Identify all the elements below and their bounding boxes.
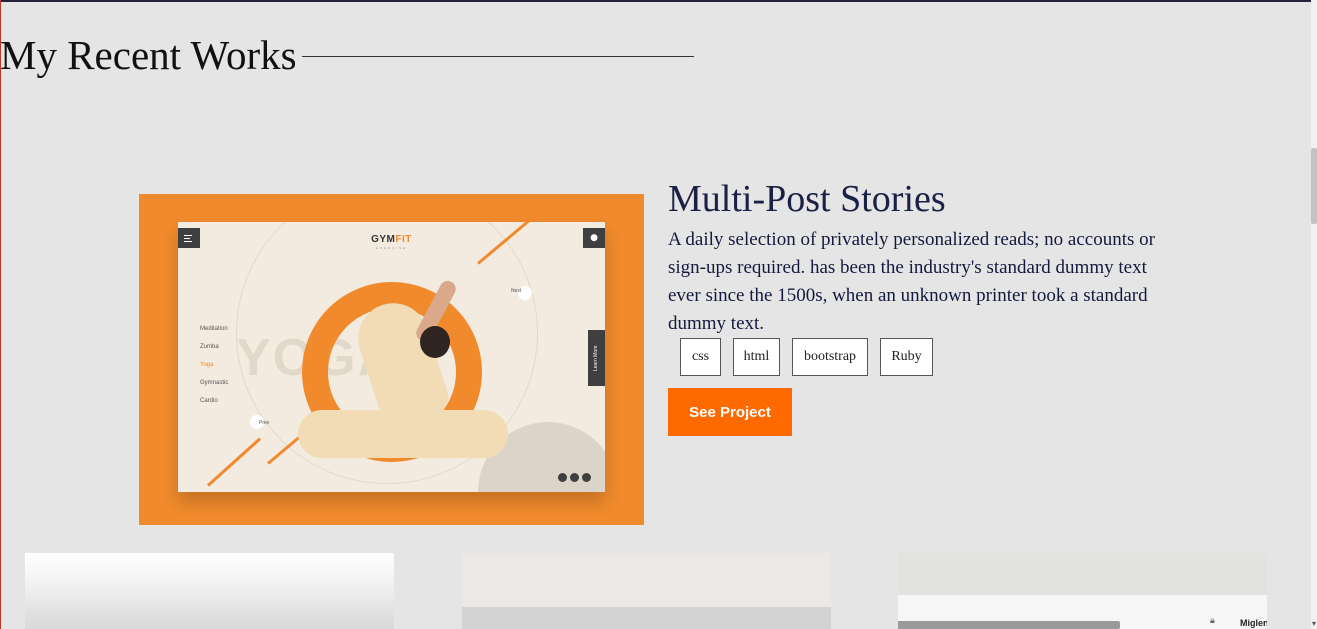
- scrollbar-thumb[interactable]: [1311, 148, 1317, 224]
- preview-logo-main: GYM: [371, 234, 396, 245]
- preview-logo: GYMFIT: [178, 234, 605, 245]
- facebook-icon: [558, 473, 567, 482]
- twitter-icon: [570, 473, 579, 482]
- scrollbar[interactable]: [1311, 0, 1317, 629]
- preview-menu-item: Gymnastic: [200, 380, 229, 386]
- tag-bootstrap: bootstrap: [792, 338, 868, 376]
- card-brand-text: Miglen: [1240, 618, 1267, 628]
- preview-social-icons: [558, 473, 591, 482]
- lock-icon: 🔒︎: [1210, 616, 1215, 626]
- project-preview-image: YOGA ● GYMFIT EXERCISE Meditation Zumba …: [139, 194, 644, 525]
- window-left-edge: [0, 0, 1, 629]
- preview-menu-item: Meditation: [200, 326, 228, 332]
- preview-side-menu: Meditation Zumba Yoga Gymnastic Cardio: [200, 320, 228, 410]
- preview-menu-item: Zumba: [200, 344, 219, 350]
- window-top-border: [0, 0, 1317, 2]
- tag-css: css: [680, 338, 721, 376]
- project-tags: css html bootstrap Ruby: [680, 338, 945, 376]
- preview-logo-accent: FIT: [395, 234, 412, 245]
- preview-screen: YOGA ● GYMFIT EXERCISE Meditation Zumba …: [178, 222, 605, 492]
- card-image-band: [462, 607, 831, 629]
- preview-figure: [420, 326, 450, 358]
- project-title: Multi-Post Stories: [668, 178, 946, 220]
- project-card-1[interactable]: [25, 553, 394, 629]
- preview-streak: [206, 437, 262, 487]
- title-divider: [302, 56, 694, 57]
- tag-ruby: Ruby: [880, 338, 933, 376]
- project-card-3[interactable]: 🔒︎ Miglen: [898, 553, 1267, 629]
- project-description: A daily selection of privately personali…: [668, 229, 1155, 334]
- scroll-down-arrow-icon[interactable]: ▾: [1311, 619, 1317, 629]
- instagram-icon: [582, 473, 591, 482]
- preview-prev-label: Prev: [259, 420, 270, 426]
- preview-menu-item: Cardio: [200, 398, 218, 404]
- card-image-bar: [898, 621, 1120, 629]
- section-title: My Recent Works: [0, 32, 297, 78]
- see-project-button[interactable]: See Project: [668, 388, 792, 436]
- project-card-2[interactable]: [462, 553, 831, 629]
- preview-learn-more-tab: Learn More: [588, 330, 605, 386]
- preview-next-label: Next: [511, 288, 522, 294]
- preview-menu-item-active: Yoga: [200, 362, 214, 368]
- tag-html: html: [733, 338, 780, 376]
- preview-logo-sub: EXERCISE: [375, 246, 408, 250]
